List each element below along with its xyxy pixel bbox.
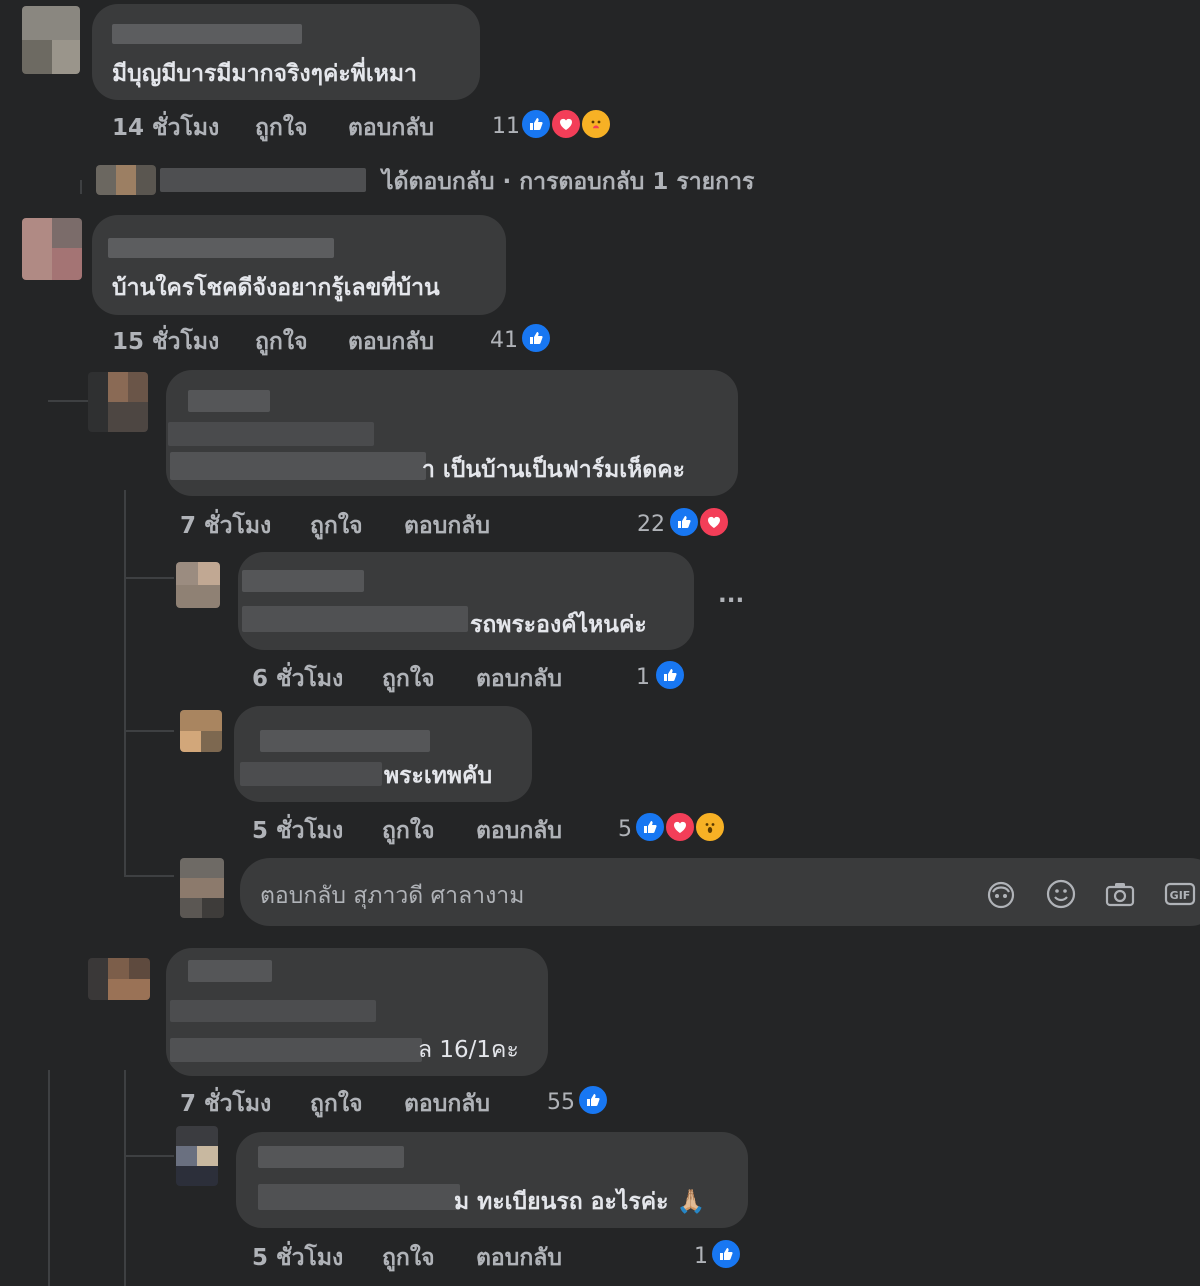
comment-text: พระเทพคับ — [384, 763, 493, 789]
like-reaction-icon[interactable] — [654, 659, 686, 691]
reaction-count[interactable]: 11 — [492, 114, 520, 139]
blurred-name — [188, 390, 270, 412]
like-button[interactable]: ถูกใจ — [382, 813, 435, 849]
like-button[interactable]: ถูกใจ — [310, 1086, 363, 1122]
comment-time[interactable]: 7 ชั่วโมง — [180, 508, 271, 544]
thread-line — [124, 490, 126, 875]
like-reaction-icon[interactable] — [577, 1084, 609, 1116]
thread-line — [124, 577, 174, 579]
comment-text: ม ทะเบียนรถ อะไรค่ะ 🙏🏼 — [454, 1189, 706, 1215]
like-button[interactable]: ถูกใจ — [255, 110, 308, 146]
comment-time[interactable]: 5 ชั่วโมง — [252, 813, 343, 849]
camera-icon[interactable] — [1104, 878, 1136, 910]
avatar[interactable] — [180, 710, 222, 752]
my-avatar[interactable] — [180, 858, 224, 918]
comment-time[interactable]: 15 ชั่วโมง — [112, 324, 219, 360]
reply-button[interactable]: ตอบกลับ — [404, 1086, 490, 1122]
blurred-name — [160, 168, 366, 192]
reply-button[interactable]: ตอบกลับ — [476, 1240, 562, 1276]
comment-text: า เป็นบ้านเป็นฟาร์มเห็ดคะ — [422, 457, 685, 483]
blurred-name — [242, 570, 364, 592]
reaction-count[interactable]: 22 — [637, 512, 665, 537]
reaction-count[interactable]: 1 — [694, 1244, 708, 1269]
avatar[interactable] — [88, 958, 150, 1000]
like-reaction-icon[interactable] — [634, 811, 666, 843]
love-reaction-icon[interactable] — [550, 108, 582, 140]
blurred-name — [188, 960, 272, 982]
thread-line — [124, 1155, 174, 1157]
replied-summary-link[interactable]: ได้ตอบกลับ · การตอบกลับ 1 รายการ — [382, 164, 754, 200]
blurred-name — [108, 238, 334, 258]
thread-line — [124, 1070, 126, 1286]
like-button[interactable]: ถูกใจ — [382, 661, 435, 697]
reply-button[interactable]: ตอบกลับ — [476, 813, 562, 849]
blurred-text — [240, 762, 382, 786]
blurred-name — [260, 730, 430, 752]
comment-time[interactable]: 14 ชั่วโมง — [112, 110, 219, 146]
blurred-name — [258, 1146, 404, 1168]
reaction-count[interactable]: 41 — [490, 328, 518, 353]
blurred-text — [170, 452, 426, 480]
thread-line — [124, 875, 174, 877]
blurred-text — [170, 1038, 422, 1062]
svg-text:GIF: GIF — [1170, 889, 1191, 902]
blurred-text — [168, 422, 374, 446]
gif-icon[interactable]: GIF — [1164, 878, 1196, 910]
like-button[interactable]: ถูกใจ — [310, 508, 363, 544]
like-reaction-icon[interactable] — [520, 108, 552, 140]
reply-input-placeholder: ตอบกลับ สุภาวดี ศาลางาม — [260, 883, 525, 909]
avatar[interactable] — [22, 218, 82, 280]
more-options-button[interactable]: ··· — [718, 588, 744, 614]
thread-line — [48, 400, 88, 402]
reply-button[interactable]: ตอบกลับ — [348, 110, 434, 146]
like-reaction-icon[interactable] — [520, 322, 552, 354]
like-reaction-icon[interactable] — [710, 1238, 742, 1270]
reply-button[interactable]: ตอบกลับ — [476, 661, 562, 697]
love-reaction-icon[interactable] — [664, 811, 696, 843]
blurred-text — [170, 1000, 376, 1022]
reaction-count[interactable]: 55 — [547, 1090, 575, 1115]
blurred-text — [258, 1184, 460, 1210]
reply-button[interactable]: ตอบกลับ — [404, 508, 490, 544]
avatar[interactable] — [176, 562, 220, 608]
reaction-count[interactable]: 5 — [618, 817, 632, 842]
comment-text: รถพระองค์ไหนค่ะ — [470, 612, 647, 638]
blurred-name — [112, 24, 302, 44]
reaction-count[interactable]: 1 — [636, 665, 650, 690]
thread-line — [80, 180, 82, 194]
care-reaction-icon[interactable] — [580, 108, 612, 140]
comment-time[interactable]: 6 ชั่วโมง — [252, 661, 343, 697]
thread-line — [48, 1070, 50, 1286]
wow-reaction-icon[interactable] — [694, 811, 726, 843]
emoji-icon[interactable] — [1045, 878, 1077, 910]
comment-time[interactable]: 5 ชั่วโมง — [252, 1240, 343, 1276]
thread-line — [124, 730, 174, 732]
blurred-text — [242, 606, 468, 632]
like-reaction-icon[interactable] — [668, 506, 700, 538]
avatar[interactable] — [176, 1126, 218, 1186]
avatar-sticker-icon[interactable] — [985, 878, 1017, 910]
like-button[interactable]: ถูกใจ — [255, 324, 308, 360]
comment-time[interactable]: 7 ชั่วโมง — [180, 1086, 271, 1122]
avatar[interactable] — [96, 165, 156, 195]
love-reaction-icon[interactable] — [698, 506, 730, 538]
comment-text: บ้านใครโชคดีจังอยากรู้เลขที่บ้าน — [112, 275, 440, 301]
avatar[interactable] — [22, 6, 80, 74]
comment-text: มีบุญมีบารมีมากจริงๆค่ะพี่เหมา — [112, 61, 417, 87]
like-button[interactable]: ถูกใจ — [382, 1240, 435, 1276]
reply-button[interactable]: ตอบกลับ — [348, 324, 434, 360]
avatar[interactable] — [88, 372, 148, 432]
comment-text: ล 16/1คะ — [418, 1037, 519, 1063]
